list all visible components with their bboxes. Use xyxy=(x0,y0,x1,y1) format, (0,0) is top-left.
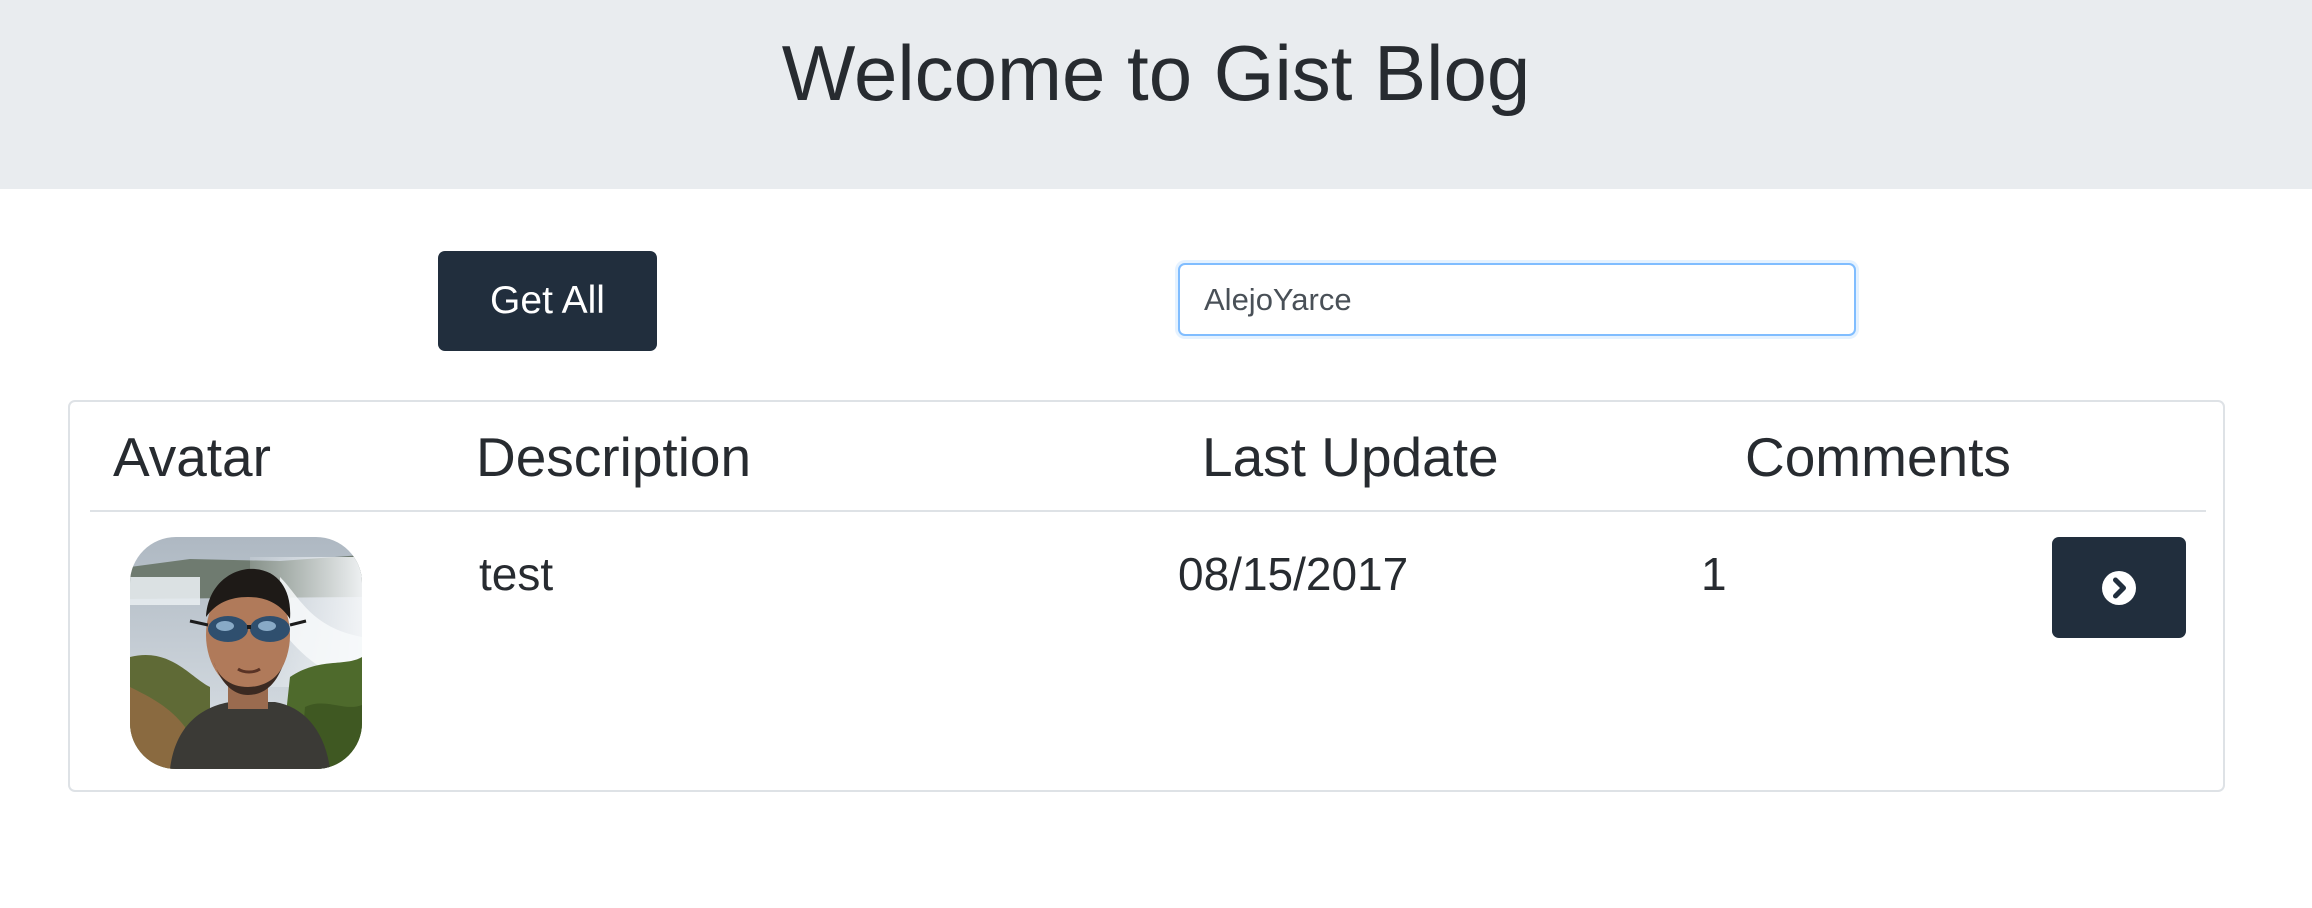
column-header-avatar: Avatar xyxy=(113,426,271,488)
open-gist-button[interactable] xyxy=(2052,537,2186,638)
page: Welcome to Gist Blog Get All Avatar Desc… xyxy=(0,0,2312,908)
page-title: Welcome to Gist Blog xyxy=(781,29,1531,117)
user-avatar xyxy=(130,537,362,769)
avatar-photo-image xyxy=(130,537,362,769)
jumbotron-header: Welcome to Gist Blog xyxy=(0,0,2312,189)
username-search-input[interactable] xyxy=(1178,263,1856,336)
get-all-button[interactable]: Get All xyxy=(438,251,657,351)
gist-comments-count: 1 xyxy=(1701,548,1727,600)
table-header-divider xyxy=(90,510,2206,512)
gist-description: test xyxy=(479,548,554,600)
column-header-description: Description xyxy=(476,426,752,488)
column-header-last-update: Last Update xyxy=(1202,426,1499,488)
chevron-right-circle-icon xyxy=(2102,570,2136,605)
gist-last-update: 08/15/2017 xyxy=(1178,548,1409,600)
column-header-comments: Comments xyxy=(1745,426,2011,488)
